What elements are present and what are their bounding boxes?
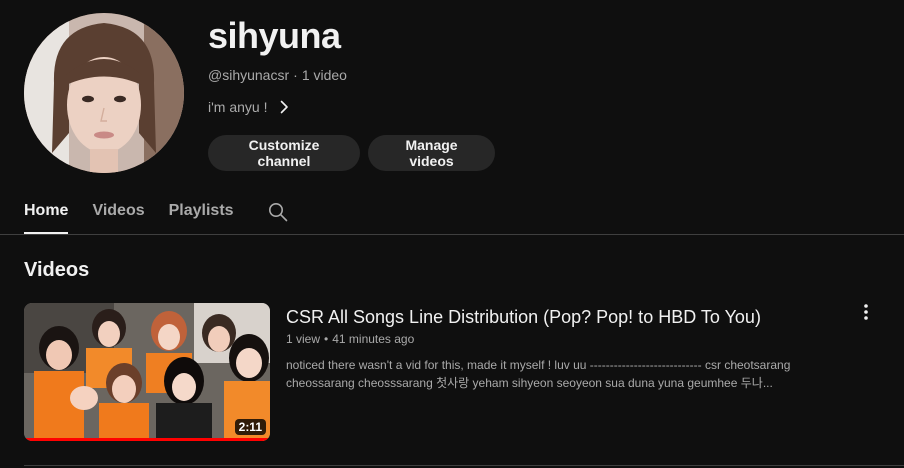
thumbnail-image bbox=[24, 303, 270, 441]
meta-dot: • bbox=[324, 332, 329, 346]
channel-tabs: Home Videos Playlists bbox=[24, 190, 288, 234]
channel-handle: @sihyunacsr bbox=[208, 67, 290, 83]
video-thumbnail[interactable]: 2:11 bbox=[24, 303, 270, 441]
channel-avatar[interactable] bbox=[24, 13, 184, 173]
meta-separator: · bbox=[293, 67, 298, 83]
channel-name: sihyuna bbox=[208, 15, 341, 56]
tab-search[interactable] bbox=[268, 190, 288, 227]
section-divider bbox=[24, 465, 904, 466]
tab-playlists[interactable]: Playlists bbox=[169, 190, 234, 234]
tab-videos[interactable]: Videos bbox=[92, 190, 144, 234]
channel-about-text: i'm anyu ! bbox=[208, 99, 268, 115]
video-views: 1 view bbox=[286, 332, 321, 346]
video-meta: 1 view • 41 minutes ago bbox=[286, 331, 414, 347]
channel-meta: @sihyunacsr · 1 video bbox=[208, 66, 347, 84]
video-count: 1 video bbox=[301, 67, 347, 83]
video-title[interactable]: CSR All Songs Line Distribution (Pop? Po… bbox=[286, 305, 846, 329]
channel-about-link[interactable]: i'm anyu ! bbox=[208, 97, 291, 117]
chevron-right-icon bbox=[281, 100, 289, 114]
watch-progress-bar bbox=[24, 438, 270, 441]
video-duration: 2:11 bbox=[234, 419, 266, 435]
avatar-image bbox=[24, 13, 184, 173]
video-age: 41 minutes ago bbox=[332, 332, 415, 346]
search-icon bbox=[268, 203, 287, 222]
more-vert-icon bbox=[864, 304, 868, 320]
tabs-divider bbox=[0, 234, 904, 235]
tab-home[interactable]: Home bbox=[24, 190, 69, 234]
section-title: Videos bbox=[24, 259, 90, 281]
video-more-button[interactable] bbox=[856, 302, 876, 322]
customize-channel-button[interactable]: Customize channel bbox=[208, 135, 360, 171]
manage-videos-button[interactable]: Manage videos bbox=[368, 135, 495, 171]
channel-page: sihyuna @sihyunacsr · 1 video i'm anyu ! C… bbox=[0, 0, 904, 468]
video-description: noticed there wasn't a vid for this, mad… bbox=[286, 358, 791, 390]
